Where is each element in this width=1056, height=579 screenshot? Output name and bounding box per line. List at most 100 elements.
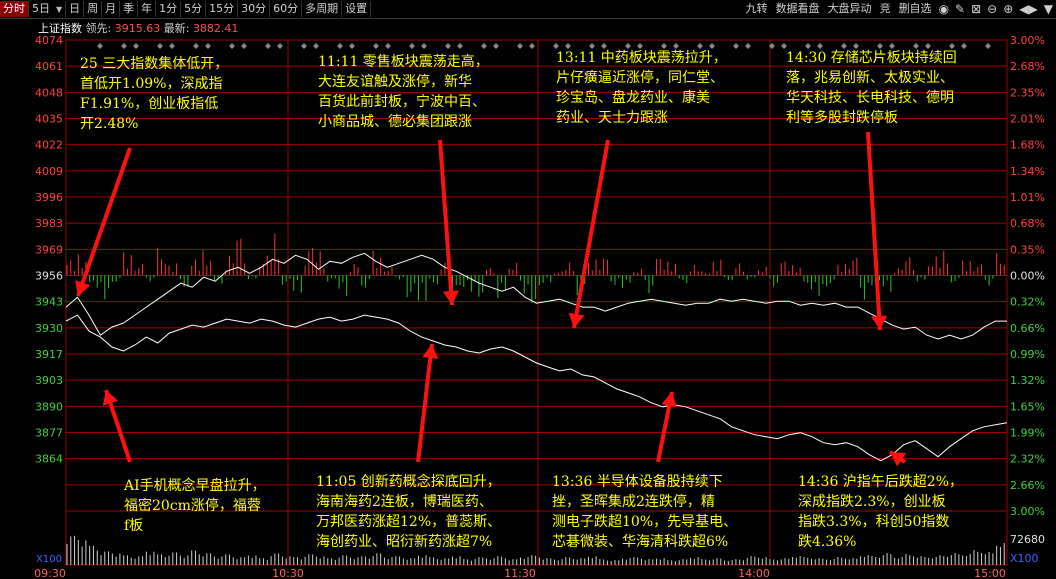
pct-tick-label: 0.32%: [1010, 296, 1045, 309]
annotation-line: F1.91%，创业板指低: [80, 96, 219, 112]
volume-unit-label-right: X100: [1010, 552, 1039, 565]
annotation-line: 开2.48%: [80, 116, 139, 132]
limit-marker-icon: [169, 43, 175, 49]
limit-marker-icon: [313, 43, 319, 49]
y-tick-label: 3903: [35, 374, 63, 387]
annotation-line: 海创药业、昭衍新药涨超7%: [316, 534, 493, 550]
annotation-line: 指跌3.3%，科创50指数: [798, 514, 950, 530]
y-tick-label: 3917: [35, 348, 63, 361]
annotation-line: 14:36 沪指午后跌超2%，: [798, 474, 964, 490]
limit-marker-icon: [205, 43, 211, 49]
annotation-line: f板: [124, 518, 144, 534]
annotation-line: 首低开1.09%，深成指: [80, 76, 223, 92]
y-tick-label: 4048: [35, 86, 63, 99]
limit-marker-icon: [277, 43, 283, 49]
pct-tick-label: 2.01%: [1010, 113, 1045, 126]
pct-tick-label: 0.66%: [1010, 322, 1045, 335]
limit-marker-icon: [985, 43, 991, 49]
pct-tick-label: 2.35%: [1010, 86, 1045, 99]
y-tick-label: 3877: [35, 427, 63, 440]
y-tick-label: 4061: [35, 60, 63, 73]
y-tick-label: 3930: [35, 322, 63, 335]
arrow-shaft: [572, 139, 610, 329]
pct-tick-label: 1.34%: [1010, 165, 1045, 178]
annotation-line: 片仔癀逼近涨停，同仁堂、: [556, 70, 724, 86]
limit-marker-icon: [193, 43, 199, 49]
limit-marker-icon: [445, 43, 451, 49]
arrow-head-icon: [661, 392, 678, 408]
annotation-line: 百货此前封板，宁波中百、: [318, 94, 486, 110]
arrow-head-icon: [568, 312, 585, 328]
limit-marker-icon: [229, 43, 235, 49]
price-line-0: [65, 314, 1008, 462]
annotation-line: 13:11 中药板块震荡拉升，: [556, 50, 727, 66]
limit-marker-icon: [529, 43, 535, 49]
annotation-line: 万邦医药涨超12%，普蕊斯、: [316, 514, 502, 530]
annotation-ai: AI手机概念早盘拉升， 福密20cm涨停，福蓉 f板: [124, 476, 266, 536]
annotation-arrows: [75, 131, 907, 467]
pct-tick-label: 1.65%: [1010, 400, 1045, 413]
limit-marker-icon: [457, 43, 463, 49]
annotation-line: 25 三大指数集体低开，: [80, 56, 229, 72]
annotation-1336: 13:36 半导体设备股持续下 挫，圣晖集成2连跌停，精 测电子跌超10%，先导基电…: [552, 472, 737, 552]
limit-marker-icon: [961, 43, 967, 49]
y-tick-label: 3956: [35, 270, 63, 283]
limit-marker-icon: [97, 43, 103, 49]
x-tick-label: 09:30: [34, 567, 66, 579]
limit-marker-icon: [337, 43, 343, 49]
annotation-line: 福密20cm涨停，福蓉: [124, 498, 261, 514]
x-tick-label: 15:00: [974, 567, 1006, 579]
y-tick-label: 3864: [35, 453, 63, 466]
volume-max-label: 72680: [1010, 533, 1045, 546]
pct-tick-label: 2.68%: [1010, 60, 1045, 73]
limit-marker-icon: [481, 43, 487, 49]
annotation-line: 11:05 创新药概念探底回升，: [316, 474, 501, 490]
pct-tick-label: 0.99%: [1010, 348, 1045, 361]
limit-marker-icon: [421, 43, 427, 49]
pct-tick-label: 1.32%: [1010, 374, 1045, 387]
annotation-1105: 11:05 创新药概念探底回升， 海南海药2连板，博瑞医药、 万邦医药涨超12%，普…: [316, 472, 501, 552]
annotation-line: 利等多股封跌停板: [786, 110, 898, 126]
annotation-line: 11:11 零售板块震荡走高，: [318, 54, 489, 70]
limit-marker-icon: [157, 43, 163, 49]
annotation-line: AI手机概念早盘拉升，: [124, 478, 266, 494]
annotation-1111: 11:11 零售板块震荡走高， 大连友谊触及涨停，新华 百货此前封板，宁波中百、 小商…: [318, 52, 489, 132]
annotation-1311: 13:11 中药板块震荡拉升， 片仔癀逼近涨停，同仁堂、 珍宝岛、盘龙药业、康美 药业…: [556, 48, 727, 128]
y-tick-label: 4074: [35, 34, 63, 47]
annotation-line: 跌4.36%: [798, 534, 857, 550]
annotation-line: 14:30 存储芯片板块持续回: [786, 50, 957, 66]
annotation-line: 珍宝岛、盘龙药业、康美: [556, 90, 710, 106]
y-tick-label: 3890: [35, 400, 63, 413]
y-tick-label: 3943: [35, 296, 63, 309]
annotation-line: 药业、天士力跟涨: [556, 110, 668, 126]
limit-marker-icon: [241, 43, 247, 49]
pct-tick-label: 0.00%: [1010, 270, 1045, 283]
limit-marker-icon: [301, 43, 307, 49]
annotation-line: 13:36 半导体设备股持续下: [552, 474, 723, 490]
limit-marker-icon: [373, 43, 379, 49]
limit-marker-icon: [385, 43, 391, 49]
pct-tick-label: 0.35%: [1010, 243, 1045, 256]
limit-marker-icon: [265, 43, 271, 49]
limit-marker-icon: [349, 43, 355, 49]
y-tick-label: 3969: [35, 243, 63, 256]
pct-tick-label: 0.68%: [1010, 217, 1045, 230]
y-tick-label: 3996: [35, 191, 63, 204]
arrow-shaft: [416, 343, 434, 463]
limit-marker-icon: [121, 43, 127, 49]
y-tick-label: 4022: [35, 139, 63, 152]
y-tick-label: 3983: [35, 217, 63, 230]
annotation-1436: 14:36 沪指午后跌超2%， 深成指跌2.3%，创业板 指跌3.3%，科创50指数…: [798, 472, 963, 552]
limit-marker-icon: [733, 43, 739, 49]
arrow-shaft: [76, 147, 132, 297]
annotation-line: 大连友谊触及涨停，新华: [318, 74, 472, 90]
limit-marker-icon: [517, 43, 523, 49]
pct-tick-label: 2.66%: [1010, 479, 1045, 492]
annotation-line: 芯碁微装、华海清科跌超6%: [552, 534, 729, 550]
limit-marker-icon: [493, 43, 499, 49]
x-tick-label: 14:00: [738, 567, 770, 579]
pct-tick-label: 3.00%: [1010, 505, 1045, 518]
annotation-line: 海南海药2连板，博瑞医药、: [316, 494, 493, 510]
limit-marker-icon: [409, 43, 415, 49]
arrow-shaft: [866, 131, 882, 331]
